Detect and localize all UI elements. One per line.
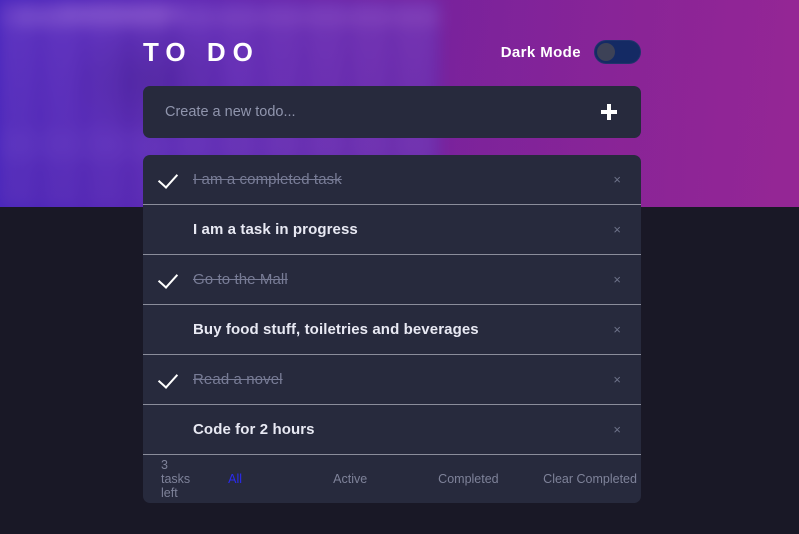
todo-item-label: Code for 2 hours <box>193 421 315 438</box>
todo-checkbox[interactable] <box>143 405 193 454</box>
close-icon[interactable]: × <box>613 273 621 286</box>
page-title: TO DO <box>143 36 260 67</box>
todo-checkbox[interactable] <box>143 355 193 404</box>
todo-item[interactable]: I am a completed task × <box>143 155 641 205</box>
todo-checkbox[interactable] <box>143 155 193 204</box>
tasks-left-count: 3 tasks left <box>161 458 191 500</box>
todo-item[interactable]: Read a novel × <box>143 355 641 405</box>
todo-item-label: Buy food stuff, toiletries and beverages <box>193 321 479 338</box>
plus-icon[interactable] <box>599 102 619 122</box>
todo-list: I am a completed task × I am a task in pro… <box>143 155 641 503</box>
toggle-knob-icon <box>597 43 615 61</box>
todo-item[interactable]: I am a task in progress × <box>143 205 641 255</box>
dark-mode-label: Dark Mode <box>500 43 581 61</box>
todo-item-label: Go to the Mall <box>193 271 288 288</box>
todo-footer: 3 tasks left All Active Completed Clear Comp… <box>143 455 641 503</box>
clear-completed-button[interactable]: Clear Completed <box>543 472 637 486</box>
todo-checkbox[interactable] <box>143 255 193 304</box>
todo-item-label: I am a completed task <box>193 171 342 188</box>
new-todo-input[interactable] <box>165 104 599 120</box>
new-todo-bar[interactable] <box>143 86 641 138</box>
dark-mode-control[interactable]: Dark Mode <box>501 40 641 64</box>
todo-item-label: Read a novel <box>193 371 283 388</box>
check-icon <box>157 167 179 189</box>
todo-app: TO DO Dark Mode I am a completed task×I … <box>143 0 641 503</box>
dark-mode-toggle[interactable] <box>594 40 641 64</box>
filter-completed-button[interactable]: Completed <box>438 472 543 486</box>
close-icon[interactable]: × <box>613 373 621 386</box>
todo-item[interactable]: Go to the Mall × <box>143 255 641 305</box>
close-icon[interactable]: × <box>613 323 621 336</box>
todo-item[interactable]: Code for 2 hours × <box>143 405 641 455</box>
app-header: TO DO Dark Mode <box>143 0 641 82</box>
check-icon <box>157 367 179 389</box>
filter-active-button[interactable]: Active <box>333 472 438 486</box>
todo-item-label: I am a task in progress <box>193 221 358 238</box>
filter-all-button[interactable]: All <box>228 472 333 486</box>
close-icon[interactable]: × <box>613 423 621 436</box>
filter-group: All Active Completed <box>190 472 543 486</box>
close-icon[interactable]: × <box>613 173 621 186</box>
todo-checkbox[interactable] <box>143 305 193 354</box>
todo-checkbox[interactable] <box>143 205 193 254</box>
todo-item[interactable]: Buy food stuff, toiletries and beverages… <box>143 305 641 355</box>
close-icon[interactable]: × <box>613 223 621 236</box>
check-icon <box>157 267 179 289</box>
